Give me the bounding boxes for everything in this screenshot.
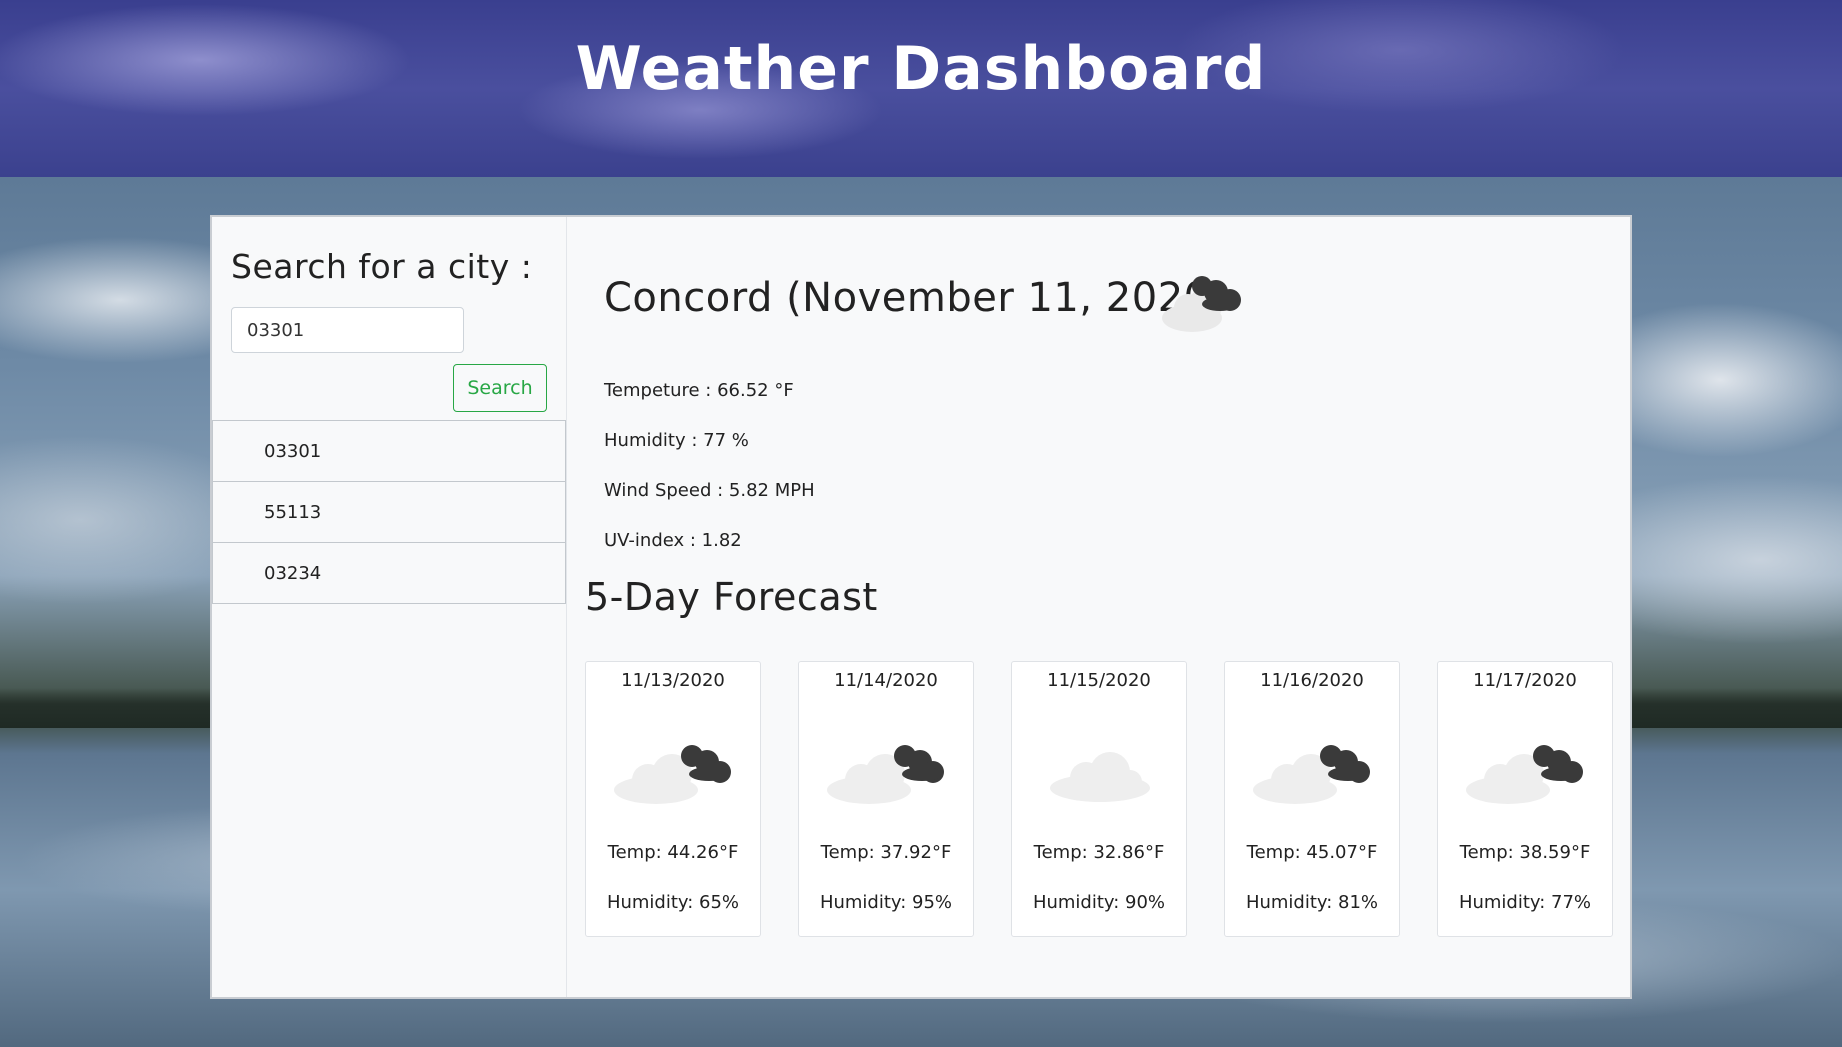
weather-main xyxy=(567,217,1630,997)
page-title: Weather Dashboard xyxy=(575,34,1267,104)
search-history-list: 03301 55113 03234 xyxy=(212,420,566,604)
dashboard-panel: Search for a city : Search 03301 55113 0… xyxy=(210,215,1632,999)
history-item[interactable]: 03301 xyxy=(212,420,566,482)
history-item[interactable]: 55113 xyxy=(212,481,566,543)
search-button[interactable]: Search xyxy=(453,364,547,412)
search-heading: Search for a city : xyxy=(231,247,533,286)
search-sidebar: Search for a city : Search 03301 55113 0… xyxy=(212,217,567,997)
history-item[interactable]: 03234 xyxy=(212,542,566,604)
header-banner: Weather Dashboard xyxy=(0,0,1842,177)
city-search-input[interactable] xyxy=(231,307,464,353)
